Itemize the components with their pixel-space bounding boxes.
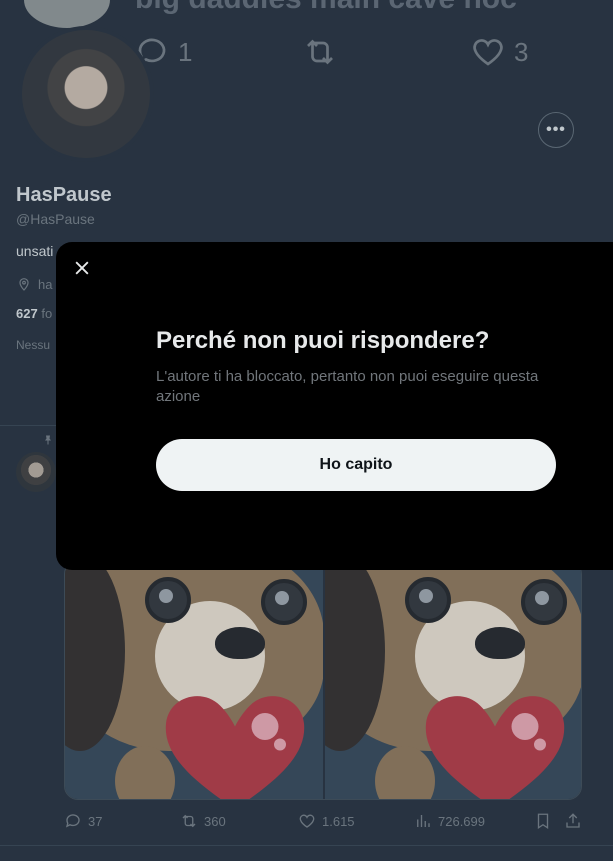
close-button[interactable] (68, 254, 96, 282)
reply-restriction-dialog: Perché non puoi rispondere? L'autore ti … (56, 242, 613, 570)
dialog-message: L'autore ti ha bloccato, pertanto non pu… (156, 368, 539, 405)
got-it-button[interactable]: Ho capito (156, 439, 556, 491)
close-icon (75, 261, 89, 275)
dialog-title: Perché non puoi rispondere? (156, 327, 490, 354)
